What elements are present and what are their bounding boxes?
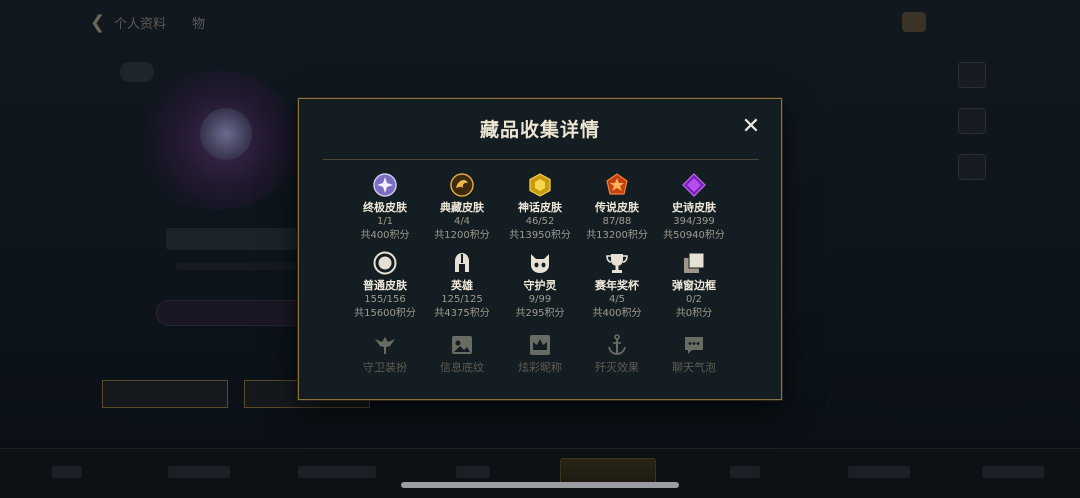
side-button-1[interactable] xyxy=(958,62,986,88)
item-count: 87/88 xyxy=(602,216,632,227)
item-points: 共400积分 xyxy=(592,308,642,319)
item-count: 0/2 xyxy=(685,294,703,305)
crown-icon xyxy=(530,335,550,355)
item-count: 125/125 xyxy=(441,294,483,305)
item-name: 英雄 xyxy=(451,279,473,292)
close-icon[interactable]: ✕ xyxy=(739,115,763,139)
nav-item[interactable] xyxy=(730,466,760,478)
item-name: 典藏皮肤 xyxy=(440,201,484,214)
ward-skin-icon xyxy=(375,337,395,354)
collection-details-modal: 藏品收集详情 ✕ 终极皮肤 1/1 共400积分 典藏皮肤 4/4 共1200积… xyxy=(298,98,782,400)
avatar-core xyxy=(200,108,252,160)
standard-skin-icon xyxy=(373,251,397,275)
item-name: 守卫装扮 xyxy=(363,361,407,374)
myth-skin-icon xyxy=(529,173,551,197)
nav-item[interactable] xyxy=(848,466,910,478)
summoner-name xyxy=(166,228,306,250)
collection-item[interactable]: 炫彩昵称 xyxy=(502,333,578,375)
item-name: 终极皮肤 xyxy=(363,201,407,214)
modal-title: 藏品收集详情 xyxy=(479,119,600,141)
trophy-icon xyxy=(606,254,628,273)
item-count: 46/52 xyxy=(525,216,555,227)
collection-item[interactable]: 守护灵 9/99 共295积分 xyxy=(502,251,578,321)
ultimate-skin-icon xyxy=(373,173,397,197)
item-name: 神话皮肤 xyxy=(518,201,562,214)
divider xyxy=(323,159,759,160)
collection-item[interactable]: 赛年奖杯 4/5 共400积分 xyxy=(579,251,655,321)
item-name: 弹窗边框 xyxy=(672,279,716,292)
collection-item[interactable]: 守卫装扮 xyxy=(347,333,423,375)
currency-icon[interactable] xyxy=(902,12,926,32)
item-points: 共13200积分 xyxy=(586,230,648,241)
item-name: 守护灵 xyxy=(523,279,557,292)
collection-item[interactable]: 英雄 125/125 共4375积分 xyxy=(424,251,500,321)
side-button-3[interactable] xyxy=(958,154,986,180)
collection-item[interactable]: 歼灭效果 xyxy=(579,333,655,375)
home-indicator[interactable] xyxy=(401,482,679,488)
epic-skin-icon xyxy=(682,173,706,197)
nav-item[interactable] xyxy=(298,466,376,478)
item-name: 歼灭效果 xyxy=(595,361,639,374)
item-count: 4/4 xyxy=(453,216,471,227)
nav-item[interactable] xyxy=(168,466,230,478)
nav-item[interactable] xyxy=(456,466,490,478)
back-chevron-icon[interactable]: ❮ xyxy=(90,12,105,33)
item-count: 9/99 xyxy=(528,294,552,305)
chat-bubble-icon xyxy=(685,337,703,354)
item-points: 共400积分 xyxy=(360,230,410,241)
collection-item[interactable]: 聊天气泡 xyxy=(656,333,732,375)
item-points: 共295积分 xyxy=(515,308,565,319)
item-points: 共1200积分 xyxy=(434,230,490,241)
collection-item[interactable]: 神话皮肤 46/52 共13950积分 xyxy=(502,173,578,243)
item-name: 信息底纹 xyxy=(440,361,484,374)
item-count: 1/1 xyxy=(376,216,394,227)
banner-icon xyxy=(452,336,472,354)
frame-icon xyxy=(684,252,705,273)
side-button-2[interactable] xyxy=(958,108,986,134)
item-name: 聊天气泡 xyxy=(672,361,716,374)
item-count: 155/156 xyxy=(364,294,406,305)
anchor-icon xyxy=(608,334,626,355)
page-title-suffix: 物 xyxy=(192,17,206,32)
nav-item[interactable] xyxy=(982,466,1044,478)
summoner-subtitle xyxy=(176,262,296,270)
status-pill[interactable] xyxy=(156,300,306,326)
top-bar: ❮ 个人资料 物 xyxy=(0,0,1080,44)
item-name: 史诗皮肤 xyxy=(672,201,716,214)
item-points: 共0积分 xyxy=(675,308,713,319)
guardian-icon xyxy=(531,254,549,273)
collection-item[interactable]: 信息底纹 xyxy=(424,333,500,375)
collection-item[interactable]: 终极皮肤 1/1 共400积分 xyxy=(347,173,423,243)
legendary-skin-icon xyxy=(606,173,628,195)
item-name: 炫彩昵称 xyxy=(518,361,562,374)
item-points: 共13950积分 xyxy=(509,230,571,241)
item-points: 共15600积分 xyxy=(354,308,416,319)
level-badge xyxy=(120,62,154,82)
friends-icon[interactable] xyxy=(962,12,984,32)
item-points: 共4375积分 xyxy=(434,308,490,319)
collection-item[interactable]: 典藏皮肤 4/4 共1200积分 xyxy=(424,173,500,243)
item-name: 普通皮肤 xyxy=(363,279,407,292)
collection-item[interactable]: 传说皮肤 87/88 共13200积分 xyxy=(579,173,655,243)
item-points: 共50940积分 xyxy=(663,230,725,241)
mythic-skin-icon xyxy=(450,173,474,197)
nav-item[interactable] xyxy=(52,466,82,478)
item-name: 赛年奖杯 xyxy=(595,279,639,292)
profile-button-1[interactable] xyxy=(102,380,228,408)
page-title: 个人资料 xyxy=(114,17,167,32)
collection-item[interactable]: 弹窗边框 0/2 共0积分 xyxy=(656,251,732,321)
item-count: 394/399 xyxy=(673,216,715,227)
champion-helmet-icon xyxy=(455,253,469,272)
collection-item[interactable]: 普通皮肤 155/156 共15600积分 xyxy=(347,251,423,321)
item-name: 传说皮肤 xyxy=(595,201,639,214)
collection-item[interactable]: 史诗皮肤 394/399 共50940积分 xyxy=(656,173,732,243)
item-count: 4/5 xyxy=(608,294,626,305)
bottom-nav xyxy=(0,448,1080,498)
